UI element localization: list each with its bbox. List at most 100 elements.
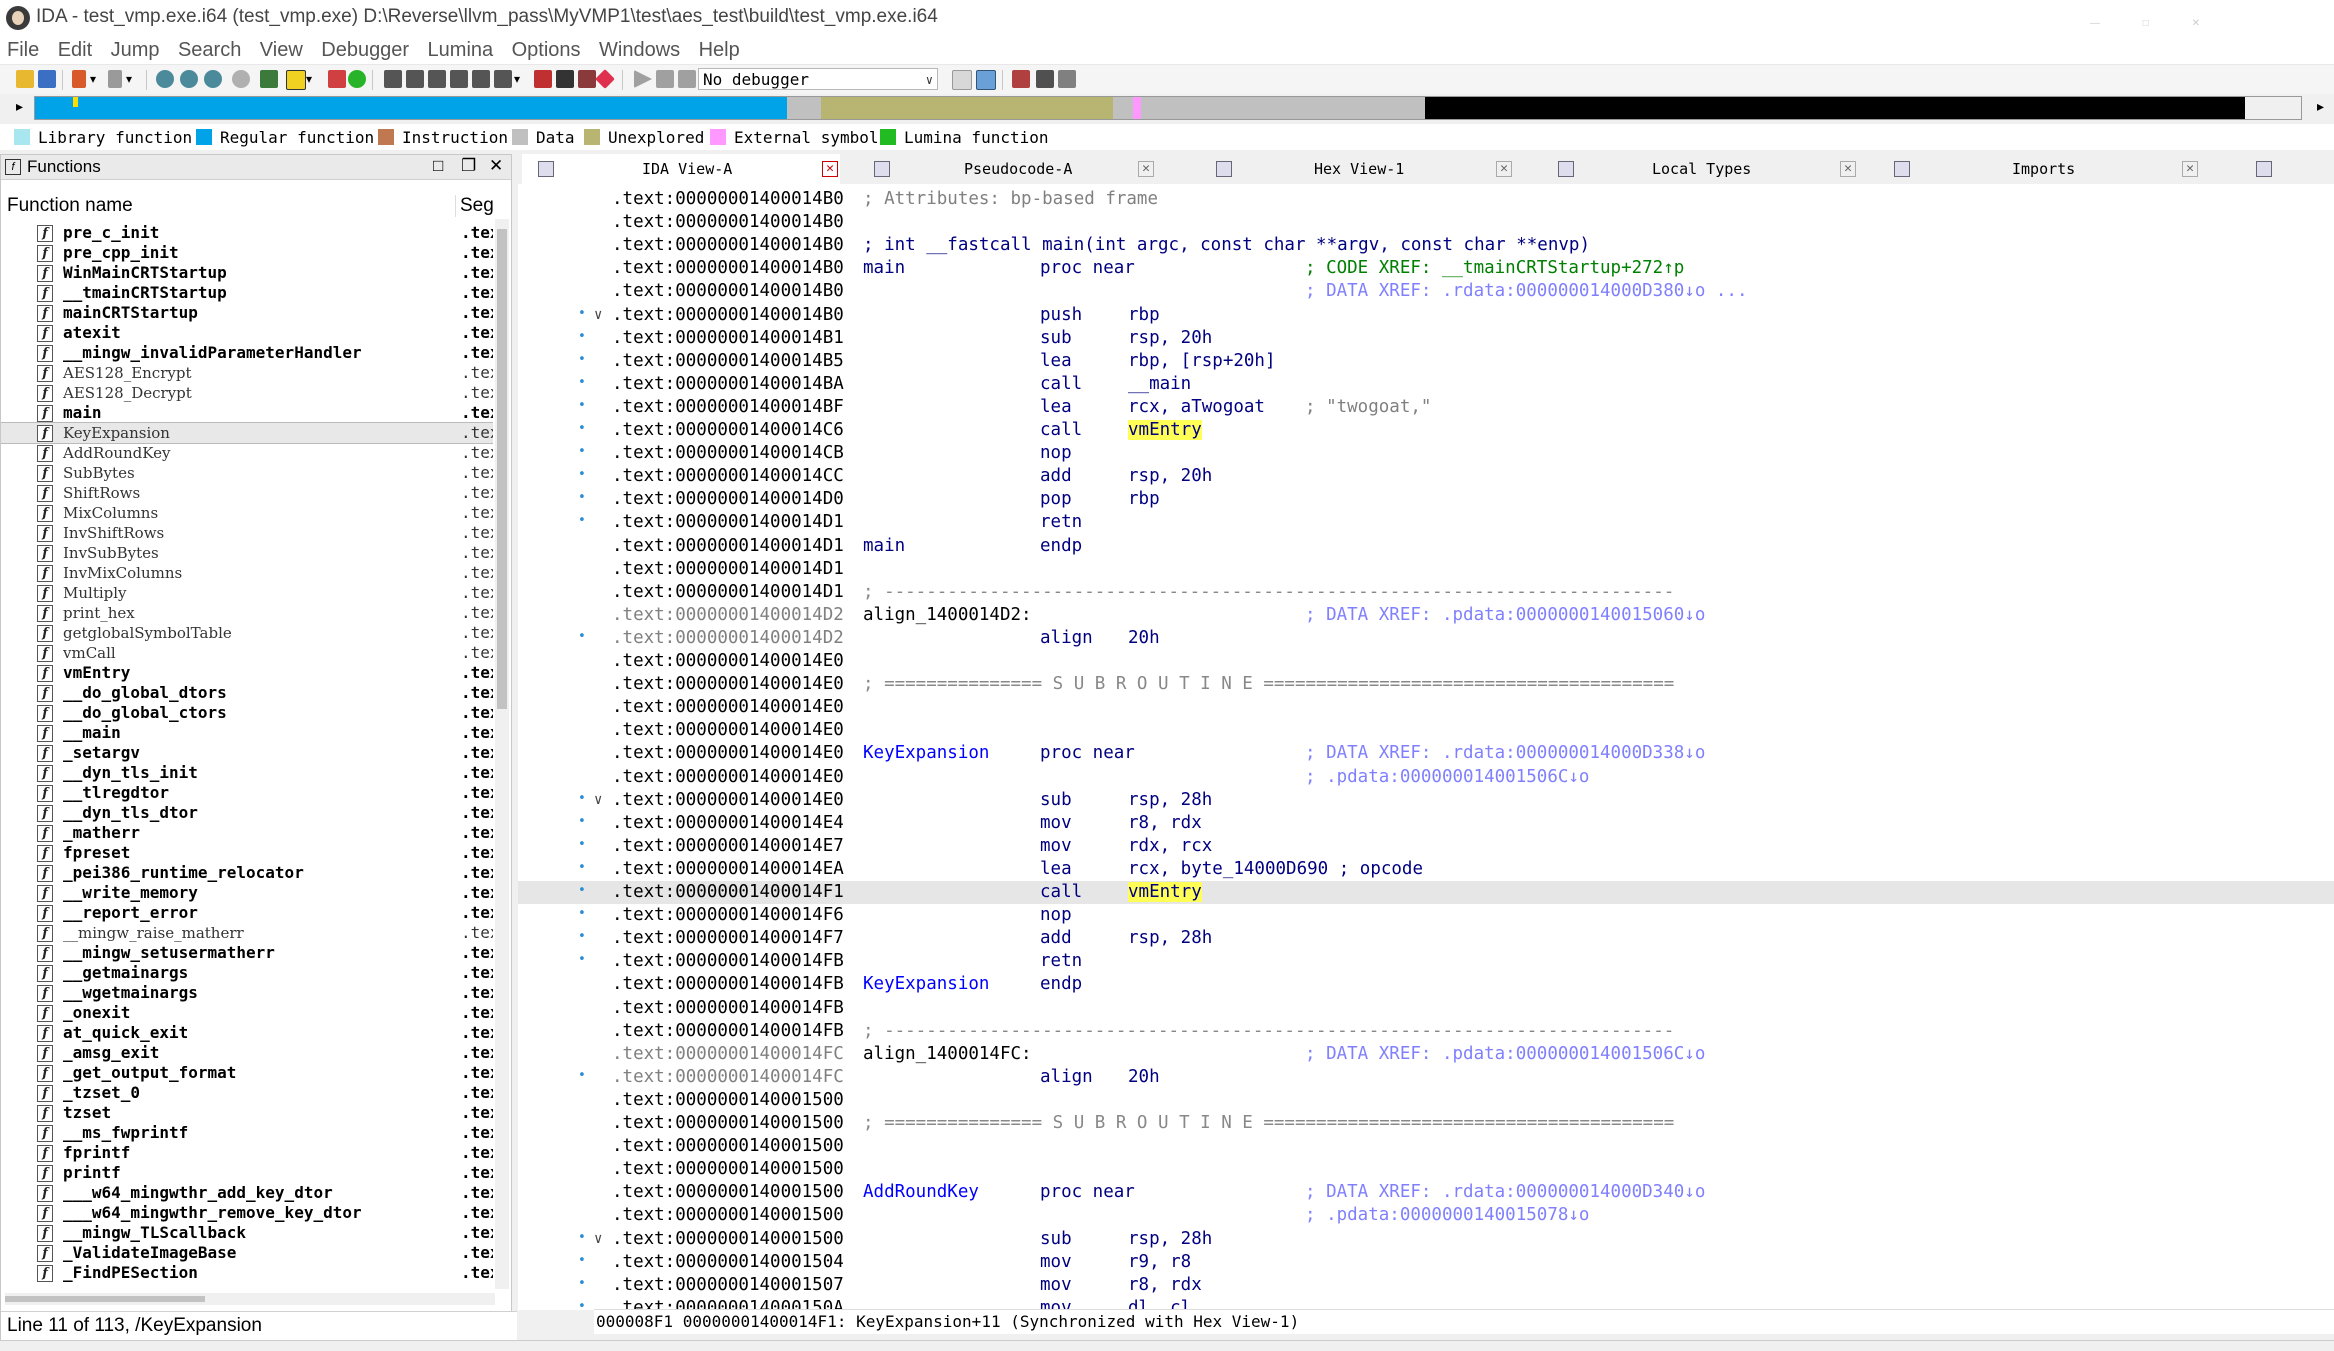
name-dropdown-icon[interactable]: ▾ (514, 70, 532, 88)
disasm-line[interactable]: .text:00000001400014D2 align_1400014D2: ; … (518, 604, 2334, 627)
disasm-line[interactable]: .text:0000000140001500 (518, 1135, 2334, 1158)
function-row[interactable]: f _matherr .text (1, 823, 493, 843)
menu-edit[interactable]: Edit (51, 36, 99, 62)
breakpoint-dot-icon[interactable]: • (578, 879, 586, 902)
close-icon[interactable]: ✕ (1138, 161, 1154, 177)
function-row[interactable]: f MixColumns .text (1, 503, 493, 523)
operand-text[interactable]: rcx, aTwogoat (1128, 397, 1265, 417)
function-row[interactable]: f AES128_Encrypt .text (1, 363, 493, 383)
function-row[interactable]: f __dyn_tls_init .text (1, 763, 493, 783)
function-row[interactable]: f InvMixColumns .text (1, 563, 493, 583)
close-icon[interactable]: ✕ (489, 156, 503, 176)
nav-strip[interactable] (34, 96, 2302, 120)
function-row[interactable]: f _amsg_exit .text (1, 1043, 493, 1063)
breakpoint-dot-icon[interactable]: • (578, 810, 586, 833)
disasm-line[interactable]: • .text:0000000140001507 mov r8, rdx (518, 1274, 2334, 1297)
disasm-line[interactable]: • .text:00000001400014D1 retn (518, 511, 2334, 534)
text-view-icon[interactable] (204, 70, 222, 88)
highlighted-operand[interactable]: vmEntry (1128, 420, 1202, 440)
disasm-line[interactable]: • .text:00000001400014D0 pop rbp (518, 488, 2334, 511)
function-row[interactable]: f ShiftRows .text (1, 483, 493, 503)
disasm-current-line[interactable]: • .text:00000001400014F1 call vmEntry (518, 881, 2334, 904)
bookmark-icon[interactable] (595, 69, 615, 89)
breakpoint-dot-icon[interactable]: • (578, 486, 586, 509)
function-row[interactable]: f __wgetmainargs .text (1, 983, 493, 1003)
tab-ida-view-a[interactable]: IDA View-A ✕ (522, 154, 840, 184)
disasm-line[interactable]: .text:00000001400014B0 (518, 211, 2334, 234)
run-green-icon[interactable] (348, 70, 366, 88)
disasm-line[interactable]: .text:00000001400014D1 ; ----------------… (518, 581, 2334, 604)
breakpoint-dot-icon[interactable]: • (578, 440, 586, 463)
menu-options[interactable]: Options (505, 36, 588, 62)
tab-imports[interactable]: Imports ✕ (1894, 154, 2206, 184)
function-row[interactable]: f _tzset_0 .text (1, 1083, 493, 1103)
menu-search[interactable]: Search (171, 36, 248, 62)
function-row[interactable]: f ___w64_mingwthr_remove_key_dtor .text (1, 1203, 493, 1223)
disasm-line[interactable]: • .text:00000001400014BA call __main (518, 373, 2334, 396)
function-row[interactable]: f print_hex .text (1, 603, 493, 623)
breakpoint-icon[interactable] (534, 70, 552, 88)
breakpoint-dot-icon[interactable]: • (578, 371, 586, 394)
disasm-line[interactable]: • ∨ .text:00000001400014E0 sub rsp, 28h (518, 789, 2334, 812)
disasm-line[interactable]: .text:0000000140001500 AddRoundKey proc ne… (518, 1181, 2334, 1204)
function-row[interactable]: f _get_output_format .text (1, 1063, 493, 1083)
operand-text[interactable]: rbp, [rsp+20h] (1128, 351, 1276, 371)
color-icon[interactable] (328, 70, 346, 88)
breakpoint-dot-icon[interactable]: • (578, 833, 586, 856)
menu-help[interactable]: Help (692, 36, 747, 62)
function-row[interactable]: f InvShiftRows .text (1, 523, 493, 543)
comment-icon[interactable] (578, 70, 596, 88)
disasm-line[interactable]: • .text:00000001400014D2 align 20h (518, 627, 2334, 650)
column-segment[interactable]: Seg (455, 195, 496, 217)
breakpoint-dot-icon[interactable]: • (578, 348, 586, 371)
function-row[interactable]: f _pei386_runtime_relocator .text (1, 863, 493, 883)
forward-icon[interactable] (108, 70, 122, 88)
functions-hscrollbar[interactable] (5, 1293, 495, 1305)
operand-text[interactable]: rdx, rcx (1128, 836, 1212, 856)
operand-text[interactable]: r9, r8 (1128, 1252, 1191, 1272)
menu-file[interactable]: File (0, 36, 46, 62)
breakpoint-dot-icon[interactable]: • (578, 509, 586, 532)
function-row[interactable]: f Multiply .text (1, 583, 493, 603)
disasm-line[interactable]: • ∨ .text:0000000140001500 sub rsp, 28h (518, 1228, 2334, 1251)
close-icon[interactable]: ✕ (822, 161, 838, 177)
undefine-icon[interactable] (472, 70, 490, 88)
scrollbar-thumb[interactable] (497, 229, 507, 709)
function-row[interactable]: f AddRoundKey .text (1, 443, 493, 463)
functions-scrollbar[interactable] (495, 219, 509, 1289)
disasm-line[interactable]: • .text:00000001400014BF lea rcx, aTwogoat;… (518, 396, 2334, 419)
function-row[interactable]: f __mingw_raise_matherr .text (1, 923, 493, 943)
graph-icon[interactable] (156, 70, 174, 88)
back-dropdown-icon[interactable]: ▾ (90, 70, 108, 88)
string-icon[interactable] (428, 70, 446, 88)
function-row[interactable]: f _onexit .text (1, 1003, 493, 1023)
function-row[interactable]: f mainCRTStartup .text (1, 303, 493, 323)
window-controls[interactable]: — □ ✕ (2090, 18, 2320, 29)
function-row[interactable]: f __write_memory .text (1, 883, 493, 903)
breakpoint-dot-icon[interactable]: • (578, 394, 586, 417)
disasm-line[interactable]: .text:0000000140001500 ; =============== … (518, 1112, 2334, 1135)
function-row[interactable]: fmain .text (1, 403, 493, 423)
function-row[interactable]: fprintf .text (1, 1163, 493, 1183)
breakpoint-dot-icon[interactable]: • (578, 417, 586, 440)
function-row[interactable]: f __mingw_invalidParameterHandler .text (1, 343, 493, 363)
patch-icon[interactable] (556, 70, 574, 88)
stop-debug-icon[interactable] (678, 70, 696, 88)
function-row[interactable]: f __getmainargs .text (1, 963, 493, 983)
function-row[interactable]: f InvSubBytes .text (1, 543, 493, 563)
disassembly-view[interactable]: .text:00000001400014B0 ; Attributes: bp-b… (518, 184, 2334, 1310)
close-icon[interactable]: ✕ (1840, 161, 1856, 177)
disasm-line[interactable]: • .text:00000001400014CC add rsp, 20h (518, 465, 2334, 488)
tab-pseudocode-a[interactable]: Pseudocode-A ✕ (864, 154, 1176, 184)
function-row[interactable]: f AES128_Decrypt .text (1, 383, 493, 403)
list-icon[interactable] (1036, 70, 1054, 88)
breakpoint-dot-icon[interactable]: • (578, 1064, 586, 1087)
scrollbar-thumb[interactable] (5, 1296, 205, 1302)
disasm-line[interactable]: • .text:00000001400014E7 mov rdx, rcx (518, 835, 2334, 858)
play-icon[interactable] (634, 70, 652, 88)
disasm-line[interactable]: .text:0000000140001500 ; .pdata:000000014… (518, 1204, 2334, 1227)
breakpoint-dot-icon[interactable]: • (578, 856, 586, 879)
proximity-icon[interactable] (180, 70, 198, 88)
disasm-line[interactable]: .text:00000001400014E0 (518, 696, 2334, 719)
collapse-chevron-icon[interactable]: ∨ (594, 304, 602, 327)
